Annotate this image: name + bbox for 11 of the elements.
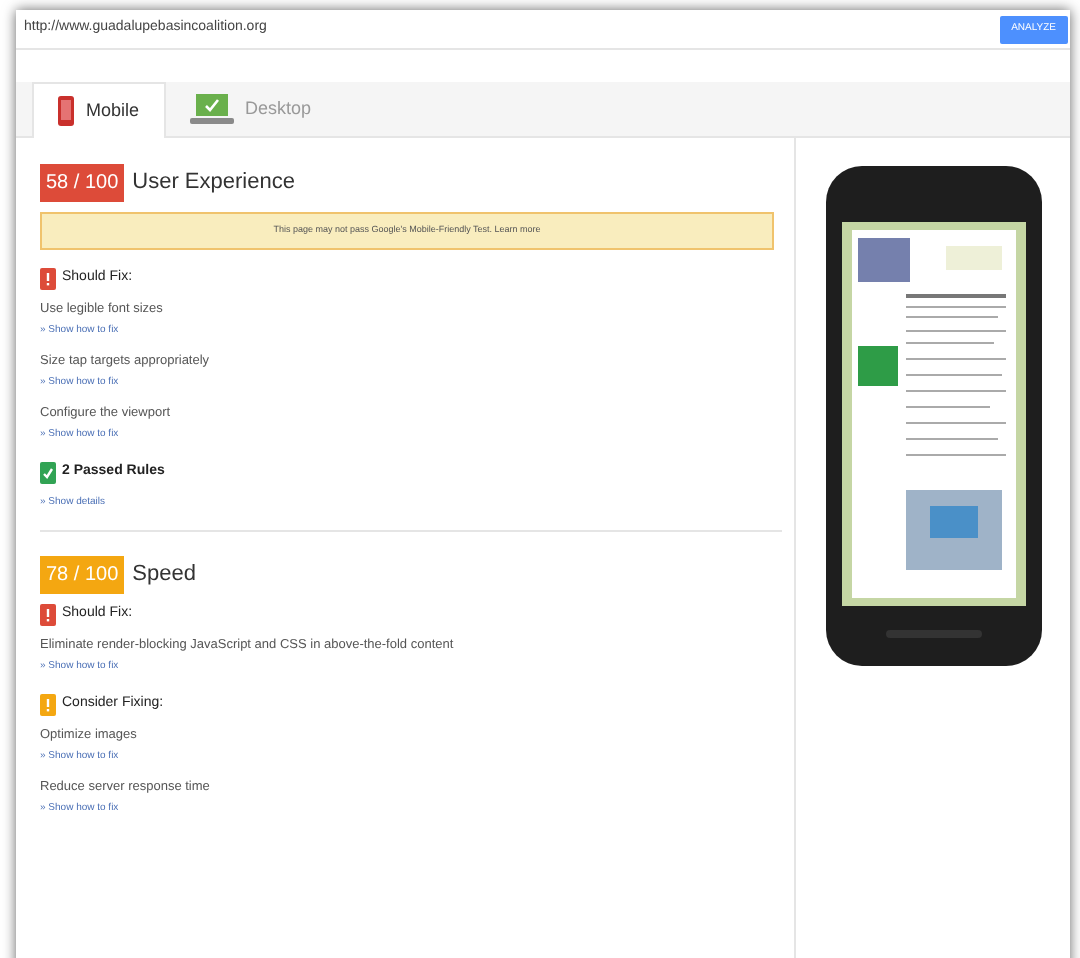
section-title: Speed (132, 560, 196, 590)
score-badge: 78 / 100 (40, 555, 125, 594)
laptop-icon (189, 94, 234, 124)
warning-icon (40, 693, 56, 716)
score-badge: 58 / 100 (40, 164, 125, 202)
warning-icon (40, 603, 56, 626)
section-title: User Experience (132, 168, 295, 199)
warning-icon (40, 267, 56, 290)
phone-icon (58, 96, 74, 126)
check-icon (40, 461, 56, 484)
tab[interactable]: Mobile (32, 82, 166, 138)
